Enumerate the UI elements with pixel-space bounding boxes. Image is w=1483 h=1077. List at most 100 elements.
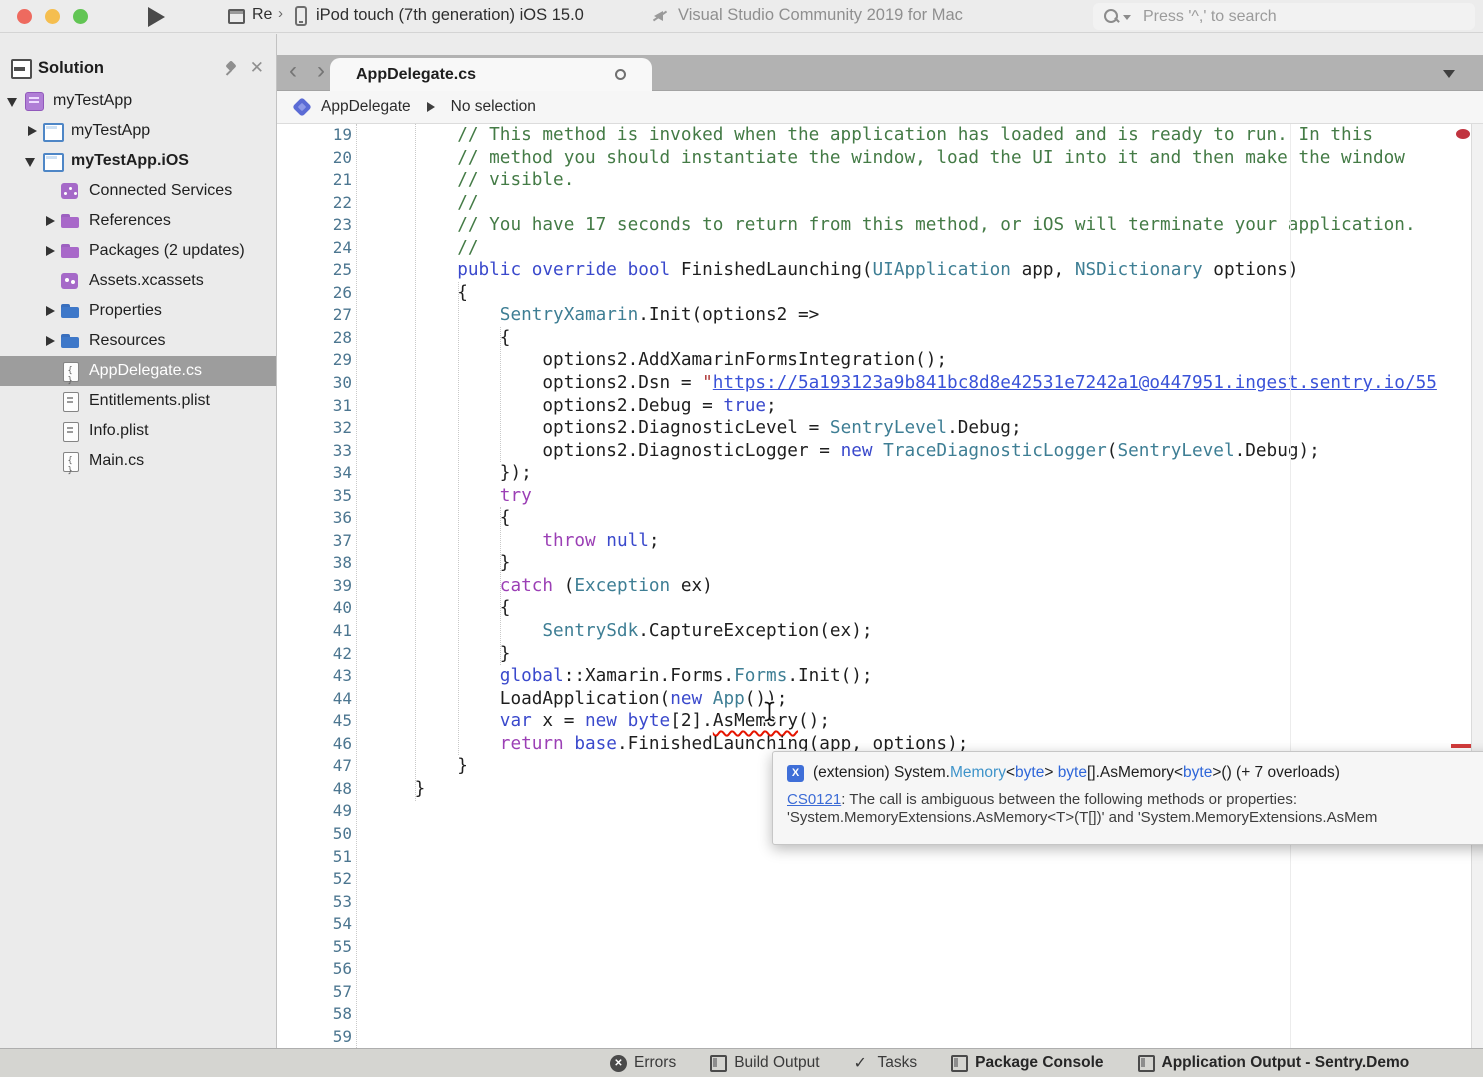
- tab-list-dropdown-icon[interactable]: [1443, 70, 1455, 78]
- line-content[interactable]: // visible.: [372, 169, 574, 192]
- device-selector[interactable]: iPod touch (7th generation) iOS 15.0: [316, 6, 584, 25]
- disclosure-right-icon[interactable]: [42, 214, 57, 229]
- disclosure-down-icon[interactable]: [24, 154, 39, 169]
- close-icon[interactable]: ✕: [250, 58, 264, 78]
- line-content[interactable]: try: [372, 485, 532, 508]
- code-editor[interactable]: 19 // This method is invoked when the ap…: [277, 124, 1483, 1048]
- line-content[interactable]: options2.DiagnosticLevel = SentryLevel.D…: [372, 417, 1022, 440]
- sidebar-item-info-plist[interactable]: Info.plist: [0, 416, 276, 446]
- line-number[interactable]: 40: [277, 597, 372, 620]
- navigate-forward-button[interactable]: ›: [317, 57, 325, 85]
- line-content[interactable]: LoadApplication(new App());: [372, 688, 787, 711]
- line-content[interactable]: options2.DiagnosticLogger = new TraceDia…: [372, 440, 1320, 463]
- line-content[interactable]: //: [372, 237, 479, 260]
- disclosure-right-icon[interactable]: [42, 304, 57, 319]
- line-number[interactable]: 56: [277, 958, 372, 981]
- line-number[interactable]: 27: [277, 304, 372, 327]
- line-number[interactable]: 34: [277, 462, 372, 485]
- sidebar-item-entitlements-plist[interactable]: Entitlements.plist: [0, 386, 276, 416]
- sidebar-item-properties[interactable]: Properties: [0, 296, 276, 326]
- line-content[interactable]: SentryXamarin.Init(options2 =>: [372, 304, 819, 327]
- line-content[interactable]: {: [372, 507, 510, 530]
- sidebar-item-packages-2-updates[interactable]: Packages (2 updates): [0, 236, 276, 266]
- line-number[interactable]: 30: [277, 372, 372, 395]
- editor-scrollbar[interactable]: [1471, 124, 1483, 1048]
- line-number[interactable]: 20: [277, 147, 372, 170]
- configuration-icon[interactable]: [228, 9, 245, 24]
- line-content[interactable]: {: [372, 597, 510, 620]
- line-number[interactable]: 46: [277, 733, 372, 756]
- line-number[interactable]: 28: [277, 327, 372, 350]
- line-number[interactable]: 35: [277, 485, 372, 508]
- panel-build-output[interactable]: Build Output: [710, 1054, 819, 1072]
- panel-package-console[interactable]: Package Console: [951, 1054, 1103, 1072]
- search-input[interactable]: Press '^,' to search: [1093, 3, 1475, 30]
- line-number[interactable]: 53: [277, 891, 372, 914]
- line-number[interactable]: 39: [277, 575, 372, 598]
- line-number[interactable]: 47: [277, 755, 372, 778]
- line-number[interactable]: 57: [277, 981, 372, 1004]
- line-number[interactable]: 58: [277, 1003, 372, 1026]
- breadcrumb-class[interactable]: AppDelegate: [321, 98, 411, 116]
- line-number[interactable]: 54: [277, 913, 372, 936]
- line-content[interactable]: // You have 17 seconds to return from th…: [372, 214, 1416, 237]
- line-number[interactable]: 36: [277, 507, 372, 530]
- line-content[interactable]: // This method is invoked when the appli…: [372, 124, 1373, 147]
- sidebar-item-appdelegate-cs[interactable]: AppDelegate.cs: [0, 356, 276, 386]
- navigate-back-button[interactable]: ‹: [289, 57, 297, 85]
- line-number[interactable]: 21: [277, 169, 372, 192]
- line-content[interactable]: });: [372, 462, 532, 485]
- configuration-chevron-icon[interactable]: ›: [278, 5, 283, 22]
- disclosure-right-icon[interactable]: [42, 334, 57, 349]
- breadcrumb-selection[interactable]: No selection: [451, 98, 536, 116]
- close-button[interactable]: [17, 9, 32, 24]
- line-number[interactable]: 29: [277, 349, 372, 372]
- disclosure-right-icon[interactable]: [24, 124, 39, 139]
- sidebar-item-references[interactable]: References: [0, 206, 276, 236]
- sidebar-item-main-cs[interactable]: Main.cs: [0, 446, 276, 476]
- line-number[interactable]: 44: [277, 688, 372, 711]
- sidebar-item-connected-services[interactable]: Connected Services: [0, 176, 276, 206]
- configuration-label[interactable]: Re: [252, 6, 272, 24]
- line-content[interactable]: }: [372, 755, 468, 778]
- line-number[interactable]: 38: [277, 552, 372, 575]
- line-number[interactable]: 59: [277, 1026, 372, 1048]
- disclosure-right-icon[interactable]: [42, 244, 57, 259]
- line-content[interactable]: public override bool FinishedLaunching(U…: [372, 259, 1299, 282]
- line-number[interactable]: 43: [277, 665, 372, 688]
- line-content[interactable]: //: [372, 192, 479, 215]
- line-content[interactable]: options2.Dsn = "https://5a193123a9b841bc…: [372, 372, 1437, 395]
- panel-application-output-sentry-demo[interactable]: Application Output - Sentry.Demo: [1138, 1054, 1410, 1072]
- line-number[interactable]: 41: [277, 620, 372, 643]
- sidebar-item-mytestapp[interactable]: myTestApp: [0, 116, 276, 146]
- line-number[interactable]: 19: [277, 124, 372, 147]
- line-number[interactable]: 50: [277, 823, 372, 846]
- line-number[interactable]: 55: [277, 936, 372, 959]
- panel-tasks[interactable]: Tasks: [854, 1054, 918, 1072]
- line-content[interactable]: {: [372, 327, 510, 350]
- line-content[interactable]: options2.Debug = true;: [372, 395, 777, 418]
- sidebar-item-mytestapp-ios[interactable]: myTestApp.iOS: [0, 146, 276, 176]
- line-content[interactable]: SentrySdk.CaptureException(ex);: [372, 620, 873, 643]
- line-content[interactable]: global::Xamarin.Forms.Forms.Init();: [372, 665, 873, 688]
- disclosure-down-icon[interactable]: [6, 94, 21, 109]
- line-number[interactable]: 42: [277, 643, 372, 666]
- dsn-link[interactable]: https://5a193123a9b841bc8d8e42531e7242a1…: [713, 373, 1437, 393]
- line-number[interactable]: 22: [277, 192, 372, 215]
- run-button[interactable]: [148, 7, 165, 27]
- line-number[interactable]: 32: [277, 417, 372, 440]
- line-number[interactable]: 26: [277, 282, 372, 305]
- line-number[interactable]: 37: [277, 530, 372, 553]
- minimize-button[interactable]: [45, 9, 60, 24]
- pin-icon[interactable]: [224, 60, 240, 76]
- line-content[interactable]: // method you should instantiate the win…: [372, 147, 1405, 170]
- line-number[interactable]: 33: [277, 440, 372, 463]
- line-content[interactable]: catch (Exception ex): [372, 575, 713, 598]
- line-content[interactable]: }: [372, 778, 425, 801]
- line-number[interactable]: 45: [277, 710, 372, 733]
- line-number[interactable]: 51: [277, 846, 372, 869]
- sidebar-item-assets-xcassets[interactable]: Assets.xcassets: [0, 266, 276, 296]
- line-content[interactable]: }: [372, 552, 510, 575]
- line-number[interactable]: 23: [277, 214, 372, 237]
- line-number[interactable]: 24: [277, 237, 372, 260]
